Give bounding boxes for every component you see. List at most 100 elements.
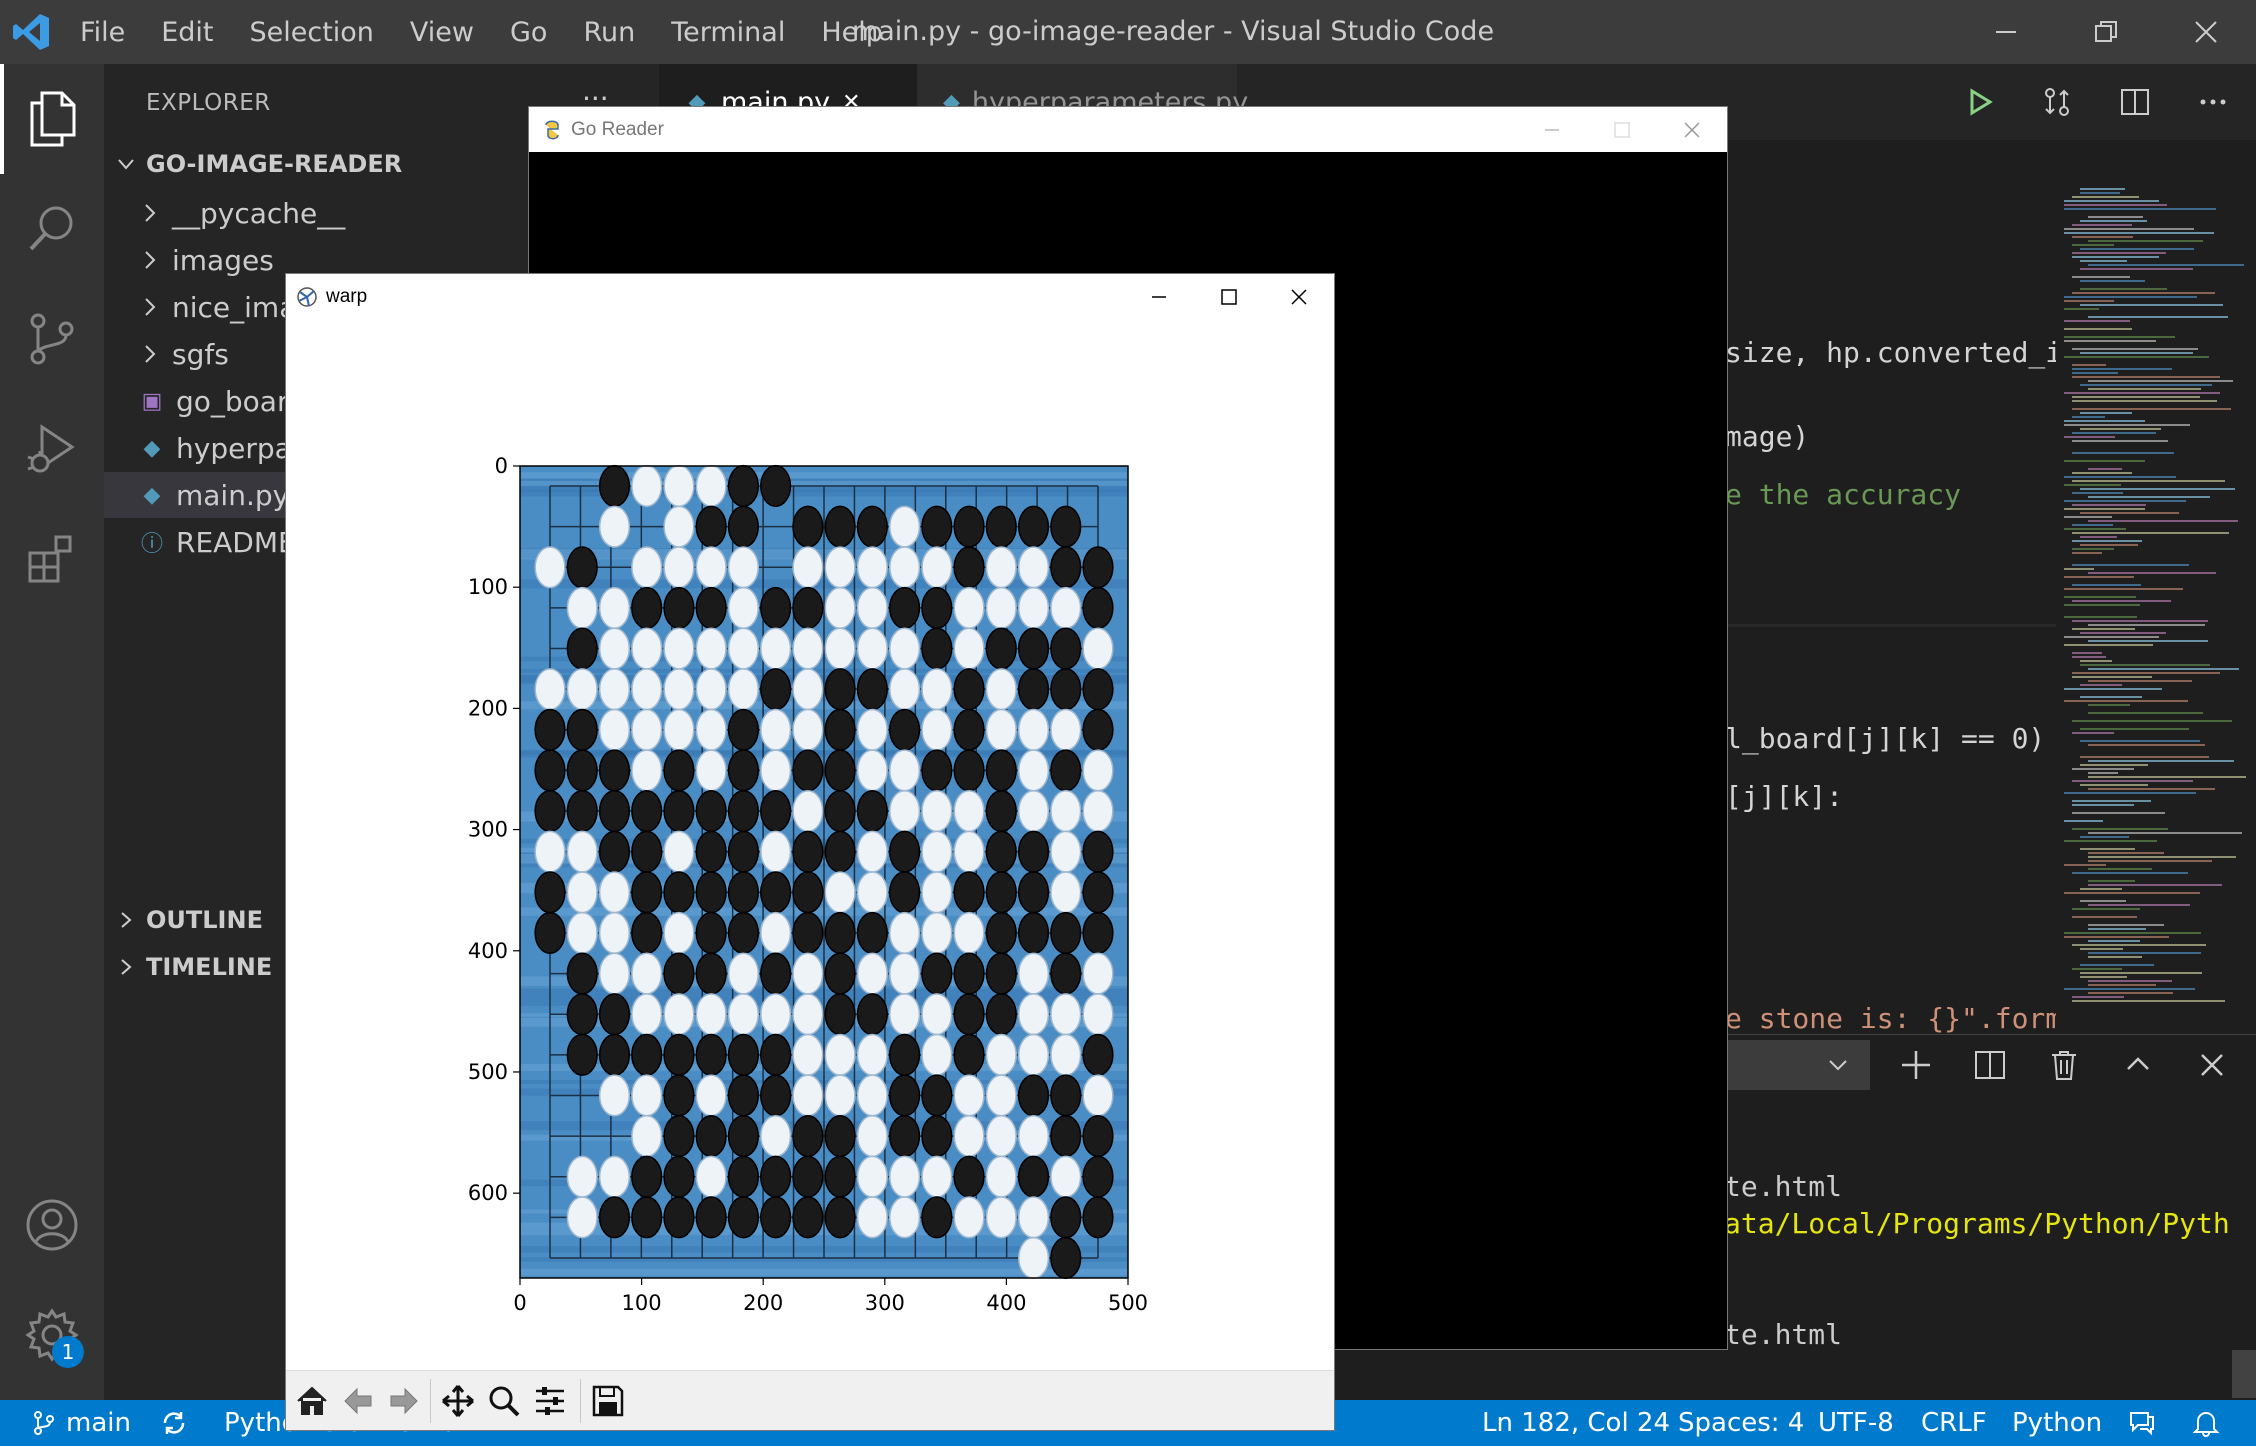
warp-close-button[interactable]: [1264, 274, 1334, 320]
cursor-position-status[interactable]: Ln 182, Col 24: [1482, 1400, 1670, 1446]
kill-terminal-icon[interactable]: [2048, 1049, 2080, 1081]
black-stone: [1050, 1074, 1082, 1117]
white-stone: [598, 911, 631, 955]
encoding-status[interactable]: UTF-8: [1818, 1400, 1894, 1446]
menu-item-terminal[interactable]: Terminal: [653, 17, 803, 48]
menu-item-selection[interactable]: Selection: [231, 17, 391, 48]
forward-button[interactable]: [382, 1379, 426, 1423]
white-stone: [695, 1155, 727, 1198]
zoom-button[interactable]: [482, 1379, 526, 1423]
workspace-root-folder[interactable]: GO-IMAGE-READER: [116, 150, 402, 178]
back-button[interactable]: [336, 1379, 380, 1423]
white-stone: [598, 1074, 631, 1117]
indentation-status[interactable]: Spaces: 4: [1678, 1400, 1804, 1446]
menu-item-go[interactable]: Go: [492, 17, 565, 48]
explorer-activity[interactable]: [0, 64, 104, 174]
white-stone: [598, 505, 631, 548]
black-stone: [889, 586, 921, 629]
configure-subplots-button[interactable]: [528, 1379, 572, 1423]
account-activity[interactable]: [0, 1170, 104, 1280]
split-editor-icon[interactable]: [2120, 87, 2150, 117]
pan-button[interactable]: [436, 1379, 480, 1423]
feedback-status[interactable]: [2128, 1400, 2156, 1446]
explorer-item[interactable]: ⓘ READMEI: [140, 519, 304, 565]
restore-button[interactable]: [2056, 0, 2156, 64]
save-figure-button[interactable]: [586, 1379, 630, 1423]
language-mode-status[interactable]: Python: [2012, 1400, 2102, 1446]
black-stone: [856, 668, 888, 711]
settings-activity[interactable]: [0, 1280, 104, 1390]
minimize-button[interactable]: [1956, 0, 2056, 64]
black-stone: [663, 1155, 695, 1198]
close-window-button[interactable]: [2156, 0, 2256, 64]
black-stone: [760, 1033, 792, 1076]
white-stone: [566, 586, 598, 629]
black-stone: [631, 871, 663, 914]
source-control-activity[interactable]: [0, 284, 104, 394]
close-panel-icon[interactable]: [2196, 1049, 2228, 1081]
window-controls: [1956, 0, 2256, 64]
code-line: l_board[j][k] == 0): [1725, 722, 2046, 755]
black-stone: [566, 789, 598, 833]
split-terminal-icon[interactable]: [1974, 1049, 2006, 1081]
go-reader-minimize-button[interactable]: [1517, 107, 1587, 152]
new-terminal-icon[interactable]: [1900, 1049, 1932, 1081]
explorer-item[interactable]: sgfs: [140, 331, 229, 377]
eol-status[interactable]: CRLF: [1921, 1400, 1987, 1446]
black-stone: [953, 505, 985, 548]
minimap[interactable]: [2056, 184, 2256, 1014]
white-stone: [856, 1074, 888, 1117]
search-activity[interactable]: [0, 174, 104, 284]
warp-figure-window: warp 0 100 200 300 400 500 0 100 200 300 400 500 600: [285, 273, 1335, 1431]
menu-item-file[interactable]: File: [62, 17, 143, 48]
minimap-line: [2072, 548, 2115, 550]
outline-section[interactable]: OUTLINE: [116, 906, 263, 934]
run-debug-activity[interactable]: [0, 394, 104, 504]
black-stone: [727, 505, 759, 548]
go-reader-close-button[interactable]: [1657, 107, 1727, 152]
notifications-status[interactable]: [2192, 1400, 2220, 1446]
minimap-line: [2064, 460, 2145, 462]
black-stone: [760, 668, 792, 711]
warp-maximize-button[interactable]: [1194, 274, 1264, 320]
warp-minimize-button[interactable]: [1124, 274, 1194, 320]
menu-item-run[interactable]: Run: [565, 17, 653, 48]
minimap-line: [2088, 388, 2201, 390]
white-stone: [856, 586, 888, 629]
open-changes-icon[interactable]: [2042, 87, 2072, 117]
explorer-item[interactable]: images: [140, 237, 274, 283]
explorer-item[interactable]: ▣ go_board: [140, 378, 306, 424]
home-button[interactable]: [290, 1379, 334, 1423]
minimap-line: [2072, 780, 2194, 782]
minimap-line: [2064, 892, 2201, 894]
minimap-line: [2064, 936, 2170, 938]
x-tick-label: 300: [865, 1291, 905, 1315]
matplotlib-toolbar: [286, 1370, 1334, 1430]
warp-image-plot[interactable]: 0 100 200 300 400 500 0 100 200 300 400 500 600: [286, 320, 1334, 1370]
menu-item-view[interactable]: View: [392, 17, 492, 48]
maximize-panel-icon[interactable]: [2122, 1049, 2154, 1081]
white-stone: [598, 627, 631, 670]
explorer-item[interactable]: __pycache__: [140, 190, 345, 236]
black-stone: [1082, 1155, 1114, 1198]
go-reader-maximize-button[interactable]: [1587, 107, 1657, 152]
white-stone: [985, 708, 1017, 751]
black-stone: [727, 1074, 759, 1117]
extensions-activity[interactable]: [0, 504, 104, 614]
editor-actions: [1966, 64, 2256, 140]
menu-item-help[interactable]: Help: [803, 17, 901, 48]
menu-item-edit[interactable]: Edit: [143, 17, 231, 48]
minimap-line: [2072, 364, 2106, 366]
minimap-line: [2072, 552, 2103, 554]
sync-status[interactable]: [160, 1400, 188, 1446]
explorer-item[interactable]: ◆ hyperpar: [140, 425, 304, 471]
white-stone: [792, 789, 824, 833]
more-actions-icon[interactable]: [2198, 87, 2228, 117]
black-stone: [792, 749, 824, 792]
minimap-line: [2072, 620, 2209, 622]
run-python-file-icon[interactable]: [1966, 88, 1994, 116]
explorer-item[interactable]: nice_ima: [140, 284, 296, 330]
git-branch-status[interactable]: main: [32, 1400, 131, 1446]
timeline-section[interactable]: TIMELINE: [116, 953, 272, 981]
terminal-scrollbar[interactable]: [2232, 1350, 2256, 1398]
